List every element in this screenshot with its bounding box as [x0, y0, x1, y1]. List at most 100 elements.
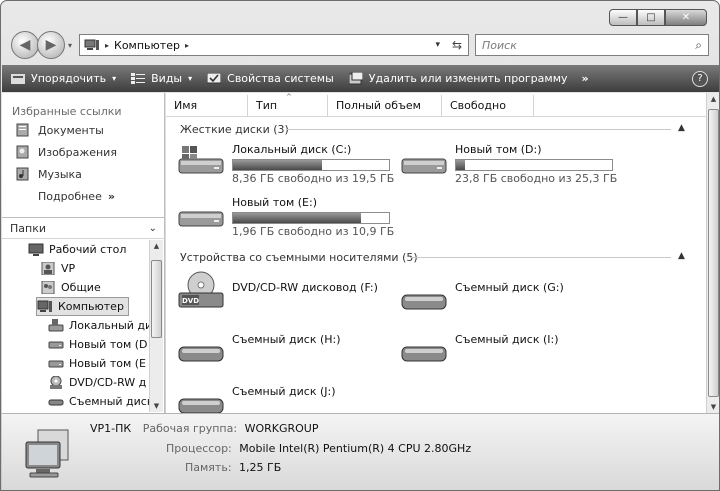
drive-free-space: 8,36 ГБ свободно из 19,5 ГБ	[232, 172, 395, 185]
documents-icon	[16, 123, 29, 137]
drive-name: Съемный диск (J:)	[232, 385, 336, 398]
tree-item-label: Общие	[61, 281, 101, 294]
scroll-thumb[interactable]	[708, 109, 719, 397]
explorer-window: — □ ✕ ◀ ▶ ▾ ▸ Компьютер ▸ ▾ ⇆ Поиск ⌕ Уп…	[0, 0, 720, 491]
breadcrumb-computer[interactable]: Компьютер	[114, 39, 180, 52]
system-properties-icon	[206, 72, 222, 86]
tree-item-computer[interactable]: Компьютер	[36, 297, 129, 316]
drive-usage-bar	[455, 159, 613, 171]
drive-icon	[178, 211, 224, 227]
scroll-down-icon[interactable]: ▼	[707, 403, 719, 411]
computer-name: VP1-ПК	[90, 422, 132, 435]
drive-name: Съемный диск (H:)	[232, 333, 341, 346]
help-icon[interactable]: ?	[692, 70, 708, 87]
usage-fill	[233, 213, 361, 223]
desktop-icon	[28, 243, 44, 256]
drive-name: Новый том (E:)	[232, 196, 317, 209]
drive-icon	[401, 158, 447, 174]
tree-item-label: VP	[61, 262, 76, 275]
folder-tree-scrollbar[interactable]: ▲ ▼	[149, 240, 163, 412]
column-headers: Имя ^ Тип Полный объем Свободно	[166, 92, 706, 117]
system-properties-button[interactable]: Свойства системы	[206, 72, 334, 86]
collapse-group-icon[interactable]: ▲	[678, 251, 685, 261]
tree-item-drive-d[interactable]: Новый том (D	[48, 335, 148, 354]
removable-drive-icon	[401, 346, 447, 362]
drive-name: Локальный диск (C:)	[232, 143, 352, 156]
scroll-thumb[interactable]	[151, 260, 162, 338]
drive-f[interactable]: DVD DVD/CD-RW дисковод (F:)	[176, 271, 378, 315]
column-label: Имя	[174, 99, 198, 112]
tree-item-drive-e[interactable]: Новый том (E	[48, 354, 146, 373]
address-dropdown-icon[interactable]: ▾	[435, 40, 440, 50]
more-commands-icon[interactable]: »	[582, 72, 589, 85]
tree-item-drive-g[interactable]: Съемный диск	[48, 392, 149, 411]
close-button[interactable]: ✕	[665, 9, 707, 26]
drive-i[interactable]: Съемный диск (I:)	[399, 333, 559, 369]
favorite-pictures[interactable]: Изображения	[2, 141, 164, 163]
music-icon	[16, 167, 29, 181]
folders-label: Папки	[10, 221, 46, 235]
column-label: Тип	[256, 99, 278, 112]
more-label: Подробнее	[38, 189, 102, 203]
scroll-down-icon[interactable]: ▼	[150, 402, 163, 410]
recent-pages-dropdown[interactable]: ▾	[68, 41, 72, 50]
group-header-removable[interactable]: Устройства со съемными носителями (5)	[180, 249, 418, 265]
tree-item-drive-c[interactable]: Локальный ди	[48, 316, 149, 335]
address-bar[interactable]: ▸ Компьютер ▸ ▾ ⇆	[79, 34, 469, 56]
cpu-value: Mobile Intel(R) Pentium(R) 4 CPU 2.80GHz	[239, 442, 472, 455]
search-icon[interactable]: ⌕	[695, 38, 702, 53]
forward-button[interactable]: ▶	[37, 31, 65, 59]
tree-item-user[interactable]: VP	[40, 259, 75, 278]
system-drive-icon	[178, 146, 224, 174]
maximize-button[interactable]: □	[637, 9, 665, 26]
tree-item-label: Новый том (E	[69, 357, 146, 370]
tree-item-public[interactable]: Общие	[40, 278, 101, 297]
computer-icon	[25, 429, 69, 478]
column-total-size[interactable]: Полный объем	[328, 94, 442, 117]
forward-arrow-icon: ▶	[45, 37, 57, 53]
scroll-up-icon[interactable]: ▲	[707, 95, 719, 103]
dvd-logo-text: DVD	[182, 297, 199, 305]
drive-free-space: 23,8 ГБ свободно из 25,3 ГБ	[455, 172, 618, 185]
views-button[interactable]: Виды ▾	[130, 72, 192, 86]
usage-fill	[456, 160, 466, 170]
computer-icon	[84, 39, 99, 50]
drive-c[interactable]: Локальный диск (C:) 8,36 ГБ свободно из …	[176, 143, 394, 186]
folders-header[interactable]: Папки ⌄	[2, 217, 165, 239]
shared-folder-icon	[41, 281, 55, 294]
column-type[interactable]: ^ Тип	[248, 92, 328, 117]
favorite-music[interactable]: Музыка	[2, 163, 164, 185]
drive-g[interactable]: Съемный диск (G:)	[399, 281, 564, 317]
uninstall-program-button[interactable]: Удалить или изменить программу	[348, 72, 568, 86]
content-scrollbar[interactable]: ▲ ▼	[706, 93, 719, 413]
group-label: Устройства со съемными носителями (5)	[180, 250, 418, 264]
organize-button[interactable]: Упорядочить ▾	[10, 72, 116, 86]
tree-item-desktop[interactable]: Рабочий стол	[28, 240, 126, 259]
search-input[interactable]: Поиск ⌕	[475, 34, 709, 56]
favorite-documents[interactable]: Документы	[2, 119, 164, 141]
minimize-button[interactable]: —	[609, 9, 637, 26]
tree-item-drive-f[interactable]: DVD/CD-RW д	[48, 373, 146, 392]
sort-ascending-icon: ^	[286, 92, 292, 101]
programs-icon	[348, 72, 364, 86]
breadcrumb-separator-icon[interactable]: ▸	[105, 41, 109, 50]
back-button[interactable]: ◀	[11, 31, 39, 59]
drive-h[interactable]: Съемный диск (H:)	[176, 333, 341, 369]
drive-d[interactable]: Новый том (D:) 23,8 ГБ свободно из 25,3 …	[399, 143, 617, 186]
refresh-icon[interactable]: ⇆	[452, 38, 462, 52]
favorite-label: Музыка	[38, 167, 82, 181]
group-header-hard-disks[interactable]: Жесткие диски (3)	[180, 121, 289, 137]
folder-tree: Рабочий стол VP Общие Компьютер Локальны…	[2, 240, 149, 412]
collapse-group-icon[interactable]: ▲	[678, 123, 685, 133]
organize-icon	[10, 72, 26, 86]
breadcrumb-separator-icon[interactable]: ▸	[185, 41, 189, 50]
column-name[interactable]: Имя	[166, 94, 248, 117]
memory-value: 1,25 ГБ	[239, 461, 282, 474]
column-free-space[interactable]: Свободно	[442, 94, 534, 117]
uninstall-program-label: Удалить или изменить программу	[368, 72, 568, 85]
more-favorites-link[interactable]: Подробнее »	[2, 185, 164, 207]
drive-e[interactable]: Новый том (E:) 1,96 ГБ свободно из 10,9 …	[176, 196, 394, 239]
details-row-name: VP1-ПК Рабочая группа: WORKGROUP	[90, 422, 318, 435]
details-row-memory: Память: 1,25 ГБ	[185, 461, 281, 474]
scroll-up-icon[interactable]: ▲	[150, 242, 163, 250]
